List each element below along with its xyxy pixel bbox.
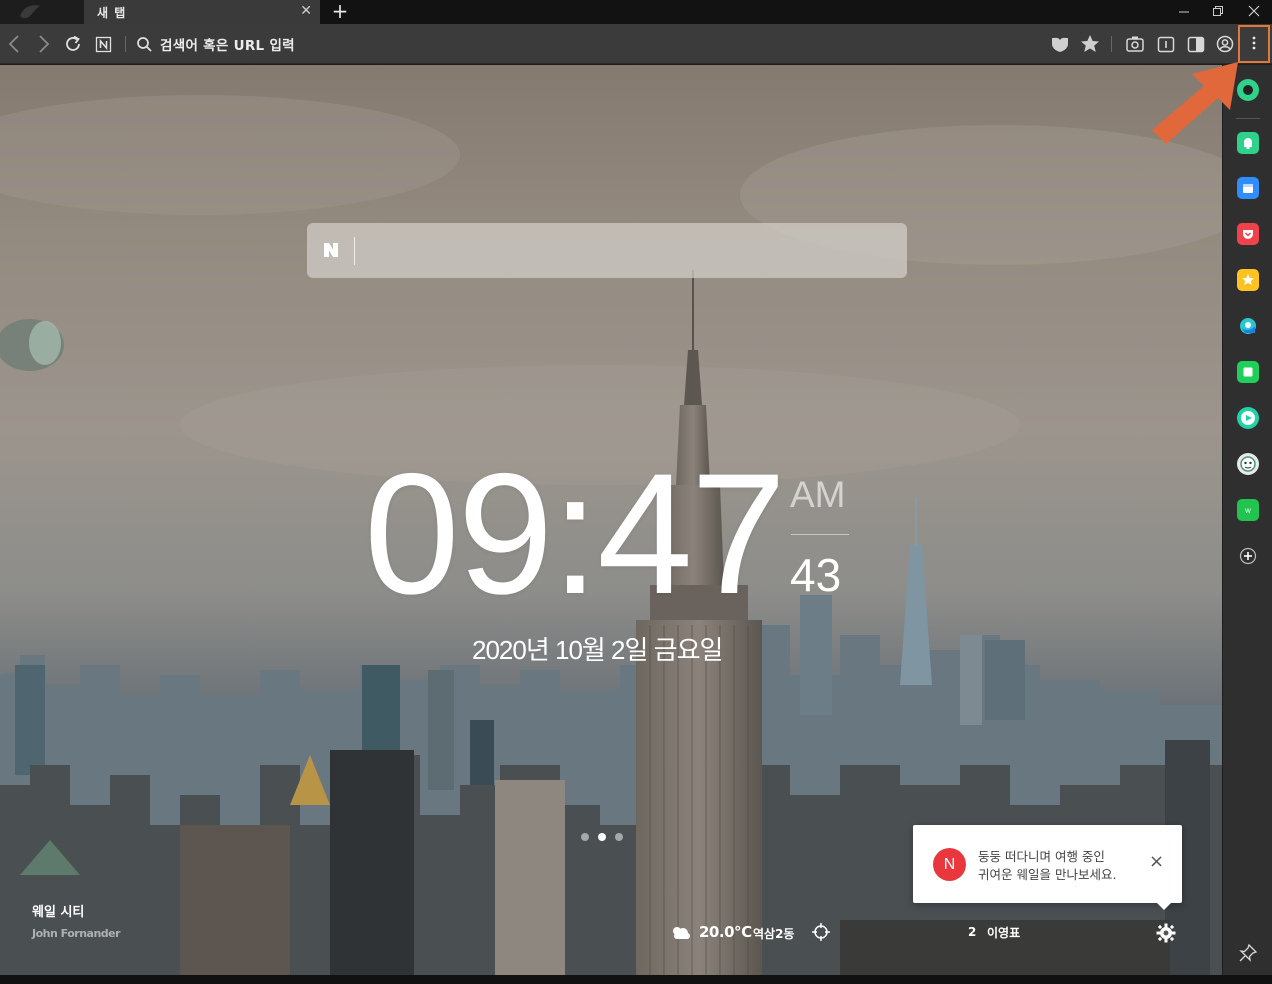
notification-text-line1: 둥둥 떠다니며 여행 중인 bbox=[978, 849, 1105, 864]
character-icon bbox=[1240, 456, 1256, 472]
clock-ampm: AM bbox=[790, 474, 846, 515]
clock-date: 2020년 10월 2일 금요일 bbox=[472, 635, 723, 665]
clock-divider bbox=[791, 534, 849, 535]
clock-time: 09:47 bbox=[364, 438, 786, 630]
background-pager bbox=[581, 826, 632, 845]
highlight-arrow bbox=[1152, 62, 1238, 144]
back-icon bbox=[8, 35, 19, 53]
close-tab-button[interactable]: ✕ bbox=[300, 3, 312, 19]
sidebar: W bbox=[1222, 65, 1272, 975]
naver-search-box[interactable] bbox=[307, 223, 907, 278]
address-bar[interactable]: 검색어 혹은 URL 입력 bbox=[160, 34, 295, 54]
browser-window: 새 탭 ✕ + 검색어 혹은 URL 입력 09:47 AM 43 2020년 … bbox=[0, 0, 1272, 984]
notification-text-line2: 귀여운 웨일을 만나보세요. bbox=[978, 867, 1117, 882]
notification-close-button[interactable]: × bbox=[1149, 853, 1164, 871]
bookmark-button[interactable] bbox=[1079, 33, 1101, 55]
translate-icon bbox=[1240, 318, 1256, 334]
pager-dot-active[interactable] bbox=[598, 833, 606, 841]
pager-dot[interactable] bbox=[615, 833, 623, 841]
sidebar-item-media[interactable] bbox=[1237, 407, 1259, 429]
forward-button[interactable] bbox=[32, 33, 54, 55]
location-target-icon[interactable] bbox=[812, 923, 830, 941]
tab-background[interactable] bbox=[0, 0, 84, 24]
minimize-icon bbox=[1179, 11, 1189, 13]
split-view-icon bbox=[1187, 36, 1205, 53]
sidebar-item-webtoon[interactable]: W bbox=[1237, 499, 1259, 521]
pocket-icon bbox=[1243, 230, 1253, 239]
cloudy-weather-icon[interactable] bbox=[669, 922, 693, 942]
naver-logo-icon bbox=[324, 243, 338, 257]
close-icon bbox=[1248, 5, 1260, 17]
new-tab-button[interactable]: + bbox=[328, 0, 352, 24]
profile-icon bbox=[1216, 35, 1234, 53]
search-icon bbox=[137, 37, 152, 52]
trending-rank[interactable]: 2 bbox=[968, 925, 976, 939]
toolbar-divider bbox=[1111, 36, 1112, 52]
sidebar-item-note[interactable] bbox=[1237, 361, 1259, 383]
sidebar-add-button[interactable] bbox=[1237, 545, 1259, 567]
profile-button[interactable] bbox=[1214, 33, 1236, 55]
split-view-button[interactable] bbox=[1185, 33, 1207, 55]
media-icon bbox=[1241, 411, 1255, 425]
reader-icon bbox=[1157, 36, 1175, 53]
toolbar-divider bbox=[125, 36, 126, 52]
clock-seconds: 43 bbox=[790, 549, 842, 601]
webtoon-icon: W bbox=[1240, 505, 1256, 515]
shield-icon bbox=[1052, 37, 1068, 52]
tab-new-tab[interactable]: 새 탭 ✕ bbox=[84, 0, 320, 24]
restore-button[interactable] bbox=[1200, 0, 1236, 24]
whale-notification[interactable]: N 둥둥 떠다니며 여행 중인 귀여운 웨일을 만나보세요. × bbox=[913, 825, 1182, 910]
search-button[interactable] bbox=[134, 33, 156, 55]
weather-temperature[interactable]: 20.0℃ bbox=[699, 923, 752, 941]
naver-home-button[interactable] bbox=[93, 33, 115, 55]
search-divider bbox=[354, 237, 355, 265]
camera-icon bbox=[1126, 36, 1144, 52]
tab-strip: 새 탭 ✕ + bbox=[0, 0, 1272, 24]
calendar-icon bbox=[1243, 184, 1253, 193]
naver-icon bbox=[95, 36, 112, 53]
reload-icon bbox=[66, 35, 80, 51]
star-icon bbox=[1081, 35, 1099, 52]
sidebar-item-favorites[interactable] bbox=[1237, 269, 1259, 291]
menu-button[interactable] bbox=[1238, 25, 1270, 63]
shield-button[interactable] bbox=[1049, 33, 1071, 55]
status-strip bbox=[0, 975, 1272, 984]
reader-button[interactable] bbox=[1155, 33, 1177, 55]
weather-location[interactable]: 역삼2동 bbox=[753, 925, 794, 942]
forward-icon bbox=[39, 35, 50, 53]
trending-keyword[interactable]: 이영표 bbox=[987, 924, 1020, 941]
sidebar-item-pocket[interactable] bbox=[1237, 223, 1259, 245]
pin-icon[interactable] bbox=[1238, 943, 1258, 963]
back-button[interactable] bbox=[4, 33, 26, 55]
menu-dots-icon bbox=[1252, 36, 1256, 50]
background-author[interactable]: John Fornander bbox=[32, 927, 121, 940]
toolbar: 검색어 혹은 URL 입력 bbox=[0, 24, 1272, 64]
bird-icon bbox=[20, 5, 40, 19]
capture-button[interactable] bbox=[1124, 33, 1146, 55]
close-window-button[interactable] bbox=[1236, 0, 1272, 24]
svg-text:W: W bbox=[1245, 508, 1251, 515]
add-icon bbox=[1239, 547, 1257, 565]
gear-icon[interactable] bbox=[1156, 923, 1176, 943]
sidebar-item-character[interactable] bbox=[1237, 453, 1259, 475]
background-title[interactable]: 웨일 시티 bbox=[32, 901, 84, 920]
favorites-icon bbox=[1242, 274, 1254, 285]
tab-title: 새 탭 bbox=[97, 6, 127, 20]
note-icon bbox=[1243, 367, 1253, 377]
sidebar-item-calendar[interactable] bbox=[1237, 177, 1259, 199]
restore-icon bbox=[1213, 6, 1223, 16]
reload-button[interactable] bbox=[62, 33, 84, 55]
minimize-button[interactable] bbox=[1166, 0, 1202, 24]
sidebar-item-translate[interactable] bbox=[1237, 315, 1259, 337]
pager-dot[interactable] bbox=[581, 833, 589, 841]
naver-badge-icon: N bbox=[933, 848, 966, 881]
